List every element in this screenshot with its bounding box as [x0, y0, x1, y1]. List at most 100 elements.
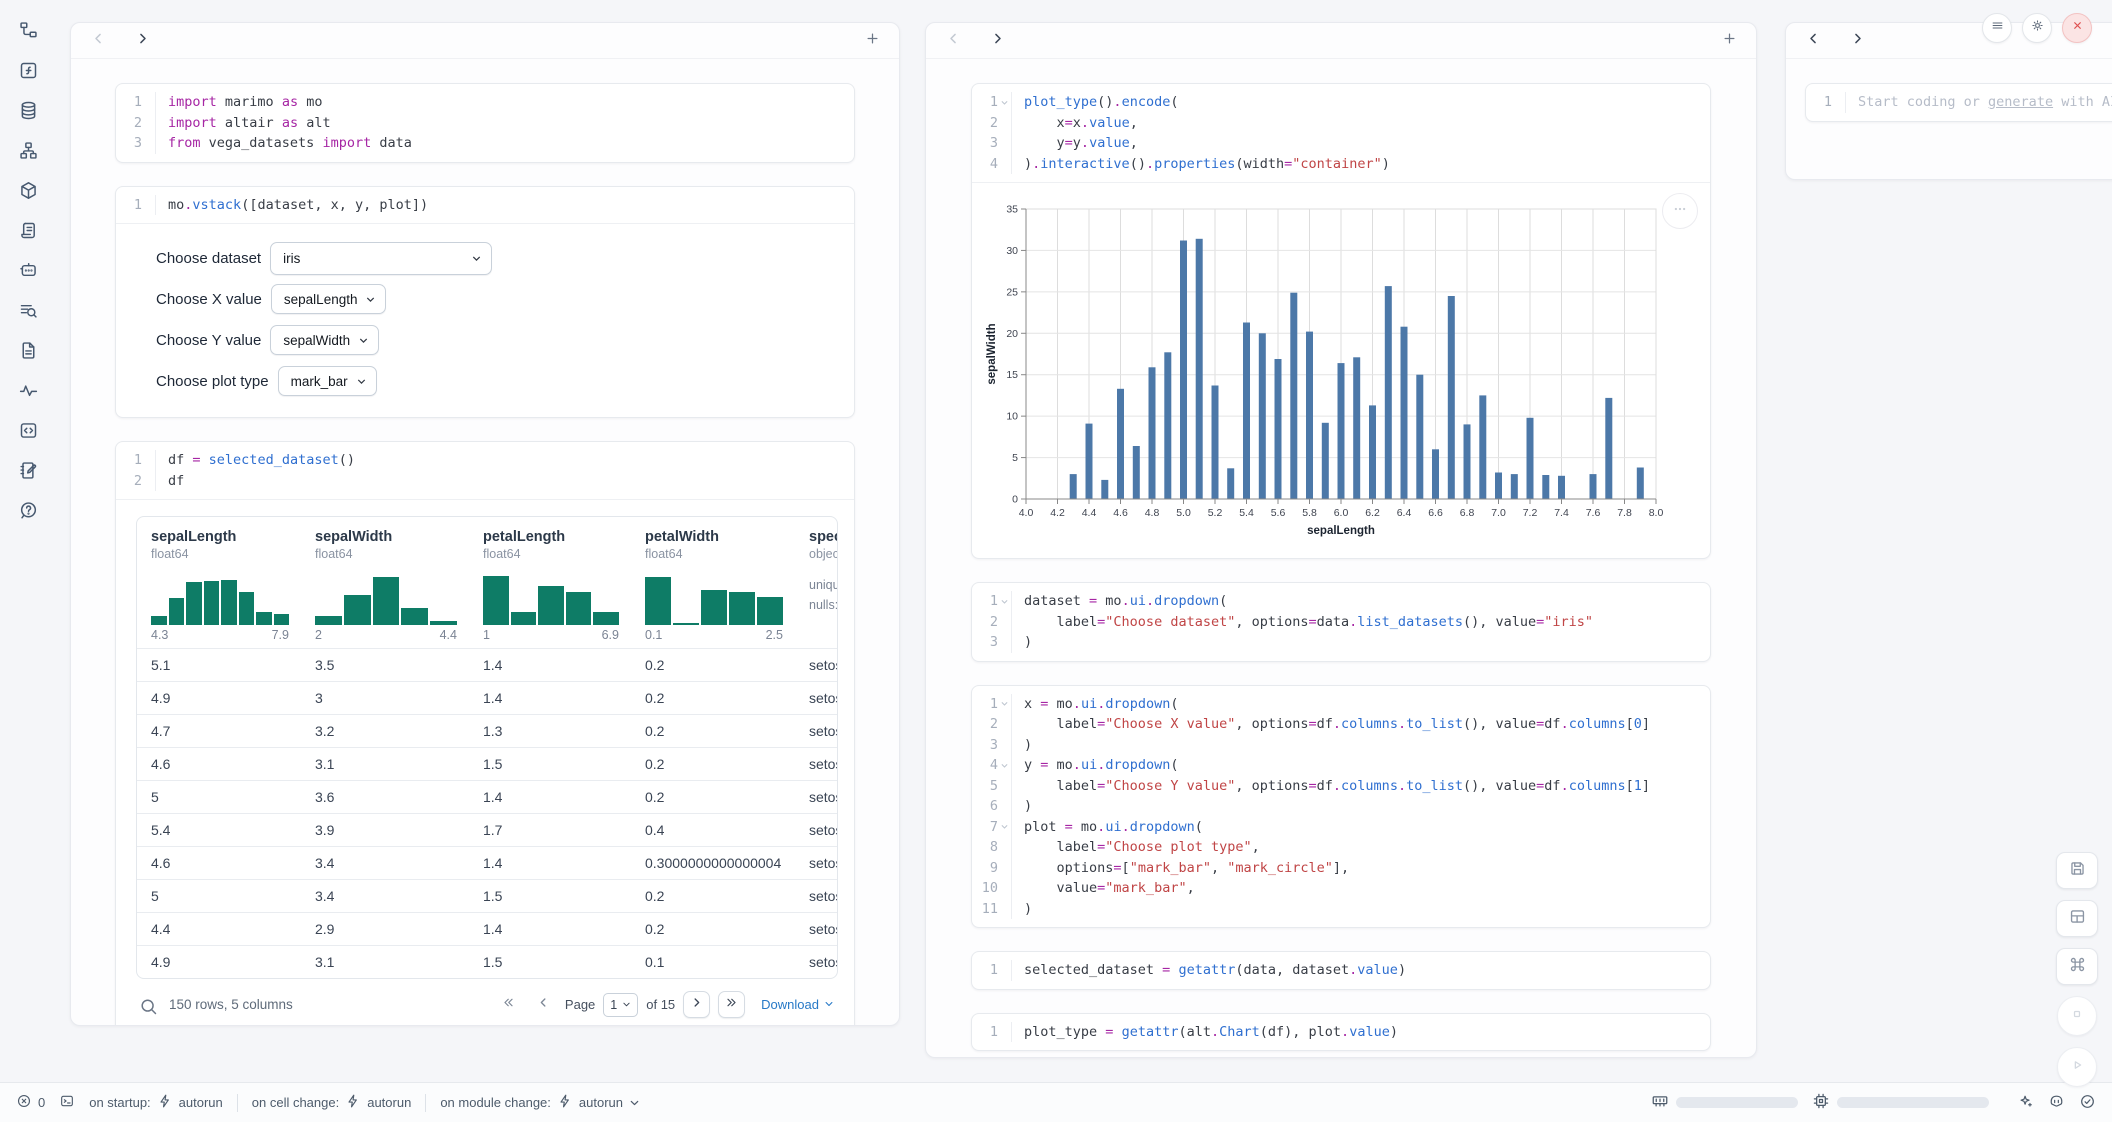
code-editor[interactable]: 1mo.vstack([dataset, x, y, plot]) — [116, 187, 854, 224]
save-button[interactable] — [2056, 852, 2098, 889]
download-button[interactable]: Download — [761, 997, 834, 1012]
autorun-setting[interactable]: on module change:autorun — [440, 1093, 640, 1112]
search-icon[interactable] — [138, 996, 155, 1013]
copilot-button[interactable] — [2048, 1093, 2065, 1113]
connection-status[interactable] — [2079, 1093, 2096, 1113]
column-back-button[interactable] — [1802, 30, 1824, 52]
cell-selected-dataset[interactable]: 1selected_dataset = getattr(data, datase… — [971, 951, 1711, 990]
cell-plot[interactable]: 1plot_type().encode(2 x=x.value,3 y=y.va… — [971, 83, 1711, 559]
sidebar-search-list-button[interactable] — [15, 300, 41, 326]
page-label: Page — [565, 997, 595, 1012]
column-forward-button[interactable] — [131, 30, 153, 52]
table-row[interactable]: 4.63.41.40.3000000000000004setosa — [137, 847, 838, 880]
table-row[interactable]: 5.13.51.40.2setosa — [137, 649, 838, 682]
terminal-button[interactable] — [59, 1093, 75, 1112]
svg-text:6.6: 6.6 — [1428, 507, 1443, 519]
code-editor-placeholder[interactable]: 1Start coding or generate with AI — [1806, 84, 2112, 121]
errors-indicator[interactable]: 0 — [16, 1093, 45, 1112]
page-select[interactable]: 1 — [603, 993, 638, 1017]
cell-vstack[interactable]: 1mo.vstack([dataset, x, y, plot]) Choose… — [115, 186, 855, 419]
choose-plot-type-select[interactable]: mark_bar — [278, 366, 377, 396]
add-cell-button[interactable] — [1718, 30, 1740, 52]
gear-icon — [2030, 18, 2045, 38]
sidebar-database-button[interactable] — [15, 100, 41, 126]
ai-assist-button[interactable] — [2017, 1093, 2034, 1113]
sidebar-activity-button[interactable] — [15, 380, 41, 406]
column-header-sepalLength[interactable]: sepalLengthfloat644.37.9 — [137, 517, 301, 649]
copilot-icon — [2048, 1093, 2065, 1113]
column-header-sepalWidth[interactable]: sepalWidthfloat6424.4 — [301, 517, 469, 649]
code-editor[interactable]: 1plot_type().encode(2 x=x.value,3 y=y.va… — [972, 84, 1710, 182]
column-forward-button[interactable] — [1846, 30, 1868, 52]
run-button[interactable] — [2057, 1047, 2097, 1087]
column-back-button[interactable] — [942, 30, 964, 52]
column-forward-button[interactable] — [986, 30, 1008, 52]
column-header-species[interactable]: speciesobjectunique:nulls: — [795, 517, 838, 649]
code-editor[interactable]: 1df = selected_dataset()2df — [116, 442, 854, 499]
code-line: 7plot = mo.ui.dropdown( — [972, 817, 1710, 838]
column-back-button[interactable] — [87, 30, 109, 52]
next-page-button[interactable] — [683, 991, 710, 1018]
sidebar-file-text-button[interactable] — [15, 340, 41, 366]
save-icon — [2068, 859, 2087, 883]
cell-dataframe[interactable]: 1df = selected_dataset()2df sepalLengthf… — [115, 441, 855, 1026]
table-row[interactable]: 4.63.11.50.2setosa — [137, 748, 838, 781]
altair-chart[interactable]: 4.04.24.44.64.85.05.25.45.65.86.06.26.46… — [984, 197, 1670, 543]
scroll-icon — [18, 220, 39, 246]
cell-imports[interactable]: 1import marimo as mo2import altair as al… — [115, 83, 855, 163]
first-page-button[interactable] — [495, 991, 522, 1018]
svg-text:4.6: 4.6 — [1113, 507, 1128, 519]
fold-toggle[interactable] — [998, 755, 1012, 776]
sidebar-package-button[interactable] — [15, 180, 41, 206]
menu-button[interactable] — [1982, 13, 2012, 43]
shutdown-button[interactable] — [2062, 13, 2092, 43]
sidebar-notebook-pen-button[interactable] — [15, 460, 41, 486]
code-line: 1dataset = mo.ui.dropdown( — [972, 591, 1710, 612]
autorun-setting[interactable]: on cell change:autorun — [252, 1093, 412, 1112]
column-header-petalWidth[interactable]: petalWidthfloat640.12.5 — [631, 517, 795, 649]
cell-plot-type[interactable]: 1plot_type = getattr(alt.Chart(df), plot… — [971, 1013, 1711, 1052]
fold-toggle[interactable] — [998, 694, 1012, 715]
cell-xy-plot-dropdowns[interactable]: 1x = mo.ui.dropdown(2 label="Choose X va… — [971, 685, 1711, 929]
fold-toggle[interactable] — [998, 817, 1012, 838]
autorun-setting[interactable]: on startup:autorun — [89, 1093, 223, 1112]
cpu-icon — [1812, 1092, 1830, 1113]
layout-button[interactable] — [2056, 900, 2098, 937]
choose-y-value-select[interactable]: sepalWidth — [270, 325, 379, 355]
code-editor[interactable]: 1selected_dataset = getattr(data, datase… — [972, 952, 1710, 989]
command-palette-button[interactable] — [2056, 948, 2098, 985]
settings-button[interactable] — [2022, 13, 2052, 43]
code-editor[interactable]: 1plot_type = getattr(alt.Chart(df), plot… — [972, 1014, 1710, 1051]
table-row[interactable]: 4.931.40.2setosa — [137, 682, 838, 715]
table-row[interactable]: 4.42.91.40.2setosa — [137, 913, 838, 946]
choose-x-value-select[interactable]: sepalLength — [271, 284, 387, 314]
code-editor[interactable]: 1dataset = mo.ui.dropdown(2 label="Choos… — [972, 583, 1710, 661]
column-header-petalLength[interactable]: petalLengthfloat6416.9 — [469, 517, 631, 649]
prev-page-button[interactable] — [530, 991, 557, 1018]
sidebar-function-square-button[interactable] — [15, 60, 41, 86]
sidebar-code-block-button[interactable] — [15, 420, 41, 446]
sidebar-bot-message-button[interactable] — [15, 260, 41, 286]
cell-new-empty[interactable]: 1Start coding or generate with AI — [1805, 83, 2112, 122]
table-row[interactable]: 4.93.11.50.1setosa — [137, 946, 838, 979]
table-row[interactable]: 53.41.50.2setosa — [137, 880, 838, 913]
file-text-icon — [18, 340, 39, 366]
table-row[interactable]: 5.43.91.70.4setosa — [137, 814, 838, 847]
code-editor[interactable]: 1import marimo as mo2import altair as al… — [116, 84, 854, 162]
chevron-right-icon — [690, 996, 703, 1014]
table-row[interactable]: 4.73.21.30.2setosa — [137, 715, 838, 748]
stop-button[interactable] — [2057, 996, 2097, 1036]
chart-menu-button[interactable] — [1662, 193, 1698, 229]
last-page-button[interactable] — [718, 991, 745, 1018]
sidebar-network-button[interactable] — [15, 140, 41, 166]
fold-toggle[interactable] — [998, 92, 1012, 113]
cell-dataset-dropdown[interactable]: 1dataset = mo.ui.dropdown(2 label="Choos… — [971, 582, 1711, 662]
code-editor[interactable]: 1x = mo.ui.dropdown(2 label="Choose X va… — [972, 686, 1710, 928]
table-row[interactable]: 53.61.40.2setosa — [137, 781, 838, 814]
fold-toggle[interactable] — [998, 591, 1012, 612]
add-cell-button[interactable] — [861, 30, 883, 52]
sidebar-scroll-button[interactable] — [15, 220, 41, 246]
sidebar-file-tree-button[interactable] — [15, 20, 41, 46]
sidebar-help-circle-button[interactable] — [15, 500, 41, 526]
choose-dataset-select[interactable]: iris — [270, 242, 492, 275]
